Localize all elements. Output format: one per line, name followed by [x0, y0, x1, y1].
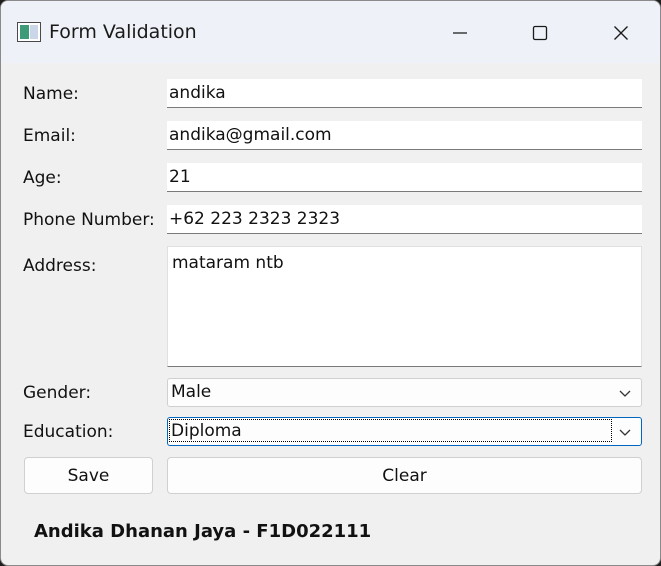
maximize-icon — [532, 25, 548, 41]
gender-selected-value: Male — [171, 382, 212, 402]
close-icon — [614, 26, 628, 40]
name-label: Name: — [23, 84, 79, 104]
education-select[interactable]: Diploma — [167, 417, 642, 446]
minimize-icon — [453, 32, 467, 34]
chevron-down-icon — [619, 390, 631, 397]
title-bar[interactable]: Form Validation — [1, 1, 660, 63]
address-label: Address: — [23, 256, 97, 276]
email-label: Email: — [23, 126, 76, 146]
close-button[interactable] — [598, 11, 644, 55]
chevron-down-icon — [619, 429, 631, 436]
address-field[interactable]: mataram ntb — [167, 246, 642, 367]
age-field[interactable] — [167, 163, 642, 192]
name-field[interactable] — [167, 79, 642, 108]
form-validation-window: Form Validation Name: Email: Age: Phone … — [0, 0, 661, 566]
gender-label: Gender: — [23, 383, 92, 403]
author-label: Andika Dhanan Jaya - F1D022111 — [34, 521, 372, 542]
app-icon — [17, 22, 41, 42]
clear-button[interactable]: Clear — [167, 457, 642, 494]
phone-field[interactable] — [167, 205, 642, 234]
education-selected-value: Diploma — [171, 421, 242, 441]
phone-label: Phone Number: — [23, 210, 155, 230]
gender-select[interactable]: Male — [167, 378, 642, 407]
age-label: Age: — [23, 168, 62, 188]
maximize-button[interactable] — [517, 11, 563, 55]
email-field[interactable] — [167, 121, 642, 150]
window-title: Form Validation — [49, 21, 197, 43]
education-label: Education: — [23, 422, 114, 442]
minimize-button[interactable] — [437, 11, 483, 55]
save-button[interactable]: Save — [24, 457, 153, 494]
